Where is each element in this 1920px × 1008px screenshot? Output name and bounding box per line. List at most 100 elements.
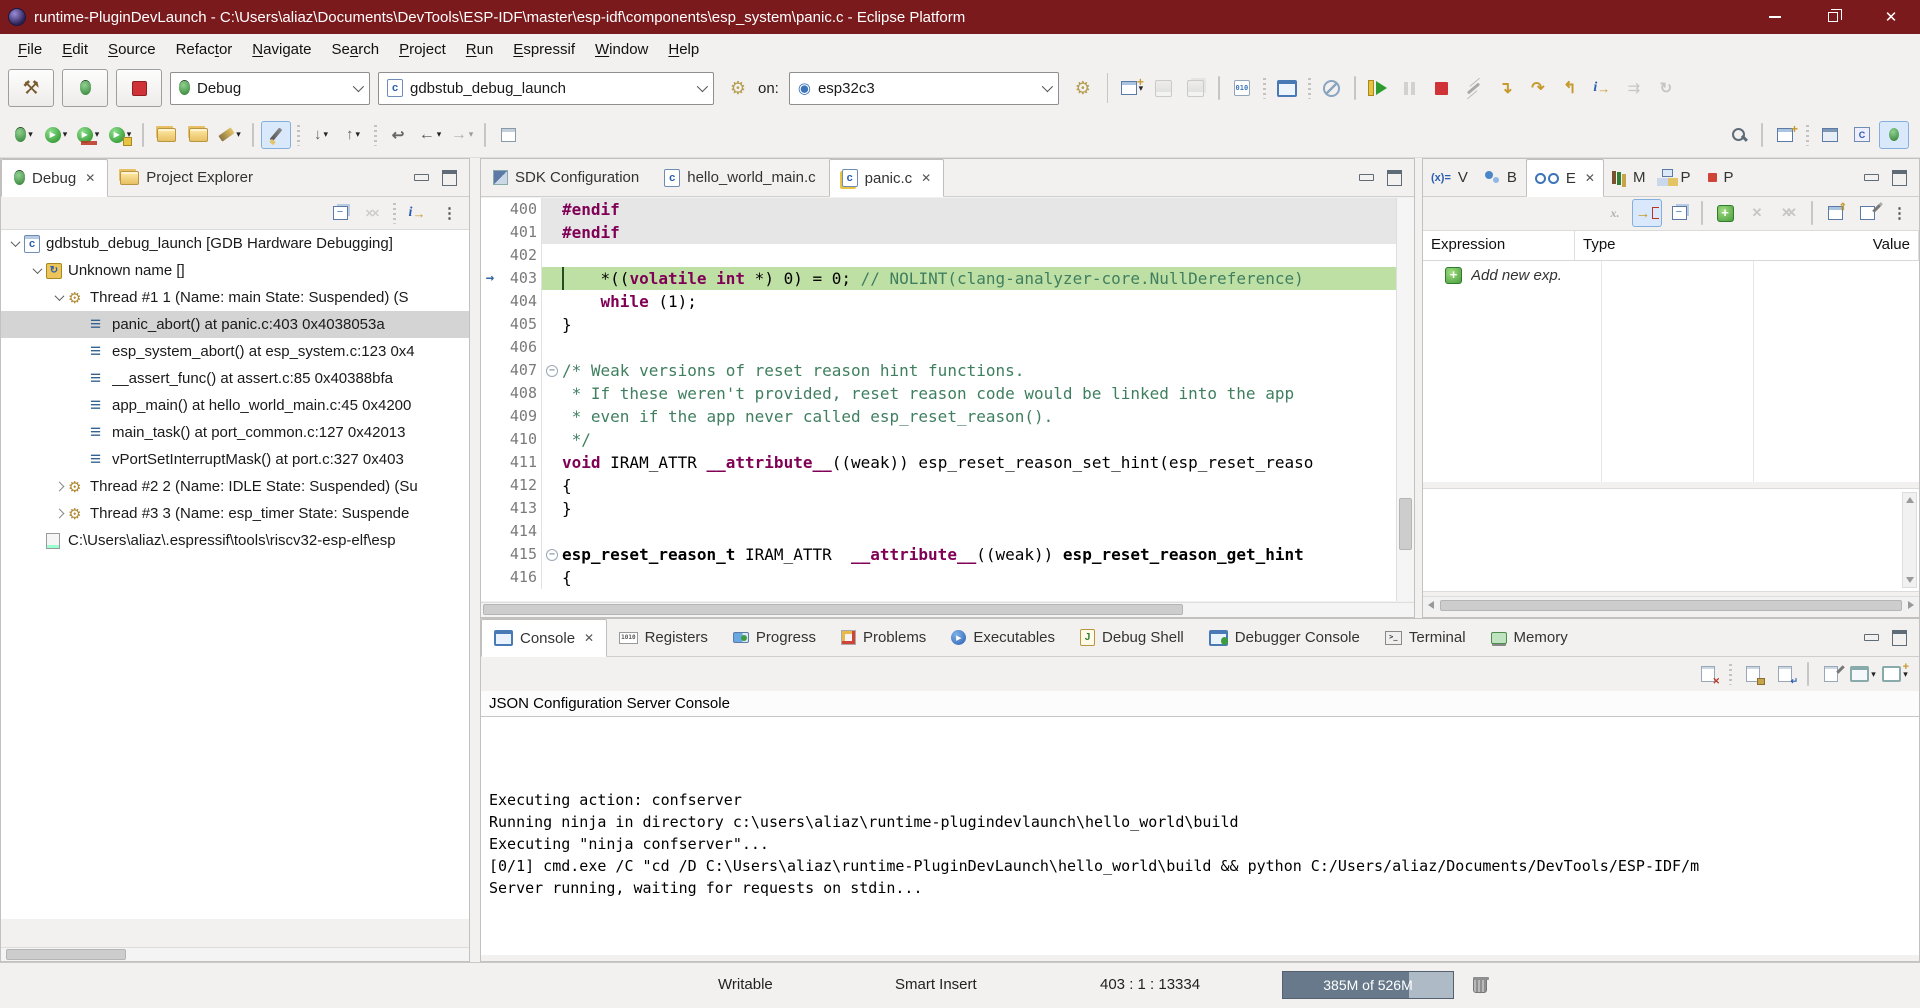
code-line[interactable]: 401 − #endif xyxy=(481,221,1396,244)
annotation-prev-icon[interactable]: ▾ xyxy=(338,121,368,149)
code-line[interactable]: 415 − esp_reset_reason_t IRAM_ATTR __att… xyxy=(481,543,1396,566)
add-expression-row[interactable]: Add new exp. xyxy=(1423,261,1919,289)
fold-margin[interactable]: − xyxy=(542,382,562,405)
column-header[interactable]: Expression xyxy=(1423,231,1575,260)
code-line[interactable]: 409 − * even if the app never called esp… xyxy=(481,405,1396,428)
code-line[interactable]: 406 − xyxy=(481,336,1396,359)
collapse-all-icon[interactable] xyxy=(325,199,355,227)
link-editor-icon[interactable]: ▾ xyxy=(493,121,523,149)
editor-hscrollbar[interactable] xyxy=(481,602,1414,617)
scroll-right-icon[interactable] xyxy=(1903,598,1919,613)
instruction-pointer-icon[interactable] xyxy=(481,359,499,382)
restore-button[interactable] xyxy=(1804,0,1862,34)
menu-item[interactable]: Project xyxy=(389,37,456,62)
column-header[interactable]: Type xyxy=(1575,231,1865,260)
instruction-pointer-icon[interactable] xyxy=(481,520,499,543)
resume-icon[interactable]: ▾ xyxy=(1363,74,1393,102)
instruction-pointer-icon[interactable]: → xyxy=(481,267,499,290)
toolbar-icon[interactable]: ▾ xyxy=(142,123,144,147)
view-tab[interactable]: Debug Shell✕ xyxy=(1068,619,1197,656)
add-expression-icon[interactable] xyxy=(1710,199,1740,227)
scrollbar-thumb[interactable] xyxy=(1440,600,1902,611)
expander-icon[interactable] xyxy=(29,262,46,279)
view-tab[interactable]: Registers✕ xyxy=(607,619,721,656)
view-tab[interactable]: V✕ xyxy=(1423,159,1477,196)
pin-view-icon[interactable] xyxy=(1852,199,1882,227)
tree-item[interactable]: app_main() at hello_world_main.c:45 0x42… xyxy=(1,392,469,419)
tree-item[interactable]: Thread #1 1 (Name: main State: Suspended… xyxy=(1,284,469,311)
toolbar-icon[interactable]: ▾ xyxy=(1806,124,1809,146)
view-tab[interactable]: Memory✕ xyxy=(1479,619,1581,656)
persp-c-icon[interactable]: ▾ xyxy=(1847,121,1877,149)
expander-icon[interactable] xyxy=(73,343,90,360)
instruction-pointer-icon[interactable] xyxy=(481,566,499,589)
code-line[interactable]: 400 − #endif xyxy=(481,198,1396,221)
view-tab[interactable]: Project Explorer✕ xyxy=(108,159,266,196)
detail-orientation-icon[interactable] xyxy=(1820,199,1850,227)
toolbar-icon[interactable]: ▾ xyxy=(374,124,377,146)
code-line[interactable]: 414 − xyxy=(481,520,1396,543)
target-combo[interactable]: esp32c3 xyxy=(789,72,1059,105)
show-types-icon[interactable] xyxy=(1600,199,1630,227)
code-line[interactable]: 405 − } xyxy=(481,313,1396,336)
tree-item[interactable]: __assert_func() at assert.c:85 0x40388bf… xyxy=(1,365,469,392)
step-into-icon[interactable]: ▾ xyxy=(1491,74,1521,102)
instruction-pointer-icon[interactable] xyxy=(481,543,499,566)
instruction-pointer-icon[interactable] xyxy=(481,405,499,428)
instruction-pointer-icon[interactable] xyxy=(481,313,499,336)
column-header[interactable]: Value xyxy=(1865,231,1919,260)
editor-tab[interactable]: hello_world_main.c✕ xyxy=(652,159,828,196)
last-edit-icon[interactable]: ▾ xyxy=(383,121,413,149)
scroll-lock-icon[interactable]: ▾ xyxy=(1738,660,1768,688)
persp-debug-icon[interactable]: ▾ xyxy=(1879,121,1909,149)
terminate-icon[interactable]: ▾ xyxy=(1427,74,1457,102)
expander-icon[interactable] xyxy=(51,289,68,306)
open-console-icon[interactable]: ▾ xyxy=(1880,660,1910,688)
minimize-icon[interactable] xyxy=(1353,164,1379,192)
tree-item[interactable]: Unknown name [] xyxy=(1,257,469,284)
save-icon[interactable]: ▾ xyxy=(1149,74,1179,102)
code-line[interactable]: 408 − * If these weren't provided, reset… xyxy=(481,382,1396,405)
step-over-icon[interactable]: ▾ xyxy=(1523,74,1553,102)
toolbar-icon[interactable]: ▾ xyxy=(484,123,486,147)
code-line[interactable]: 404 − while (1); xyxy=(481,290,1396,313)
toolbar-icon[interactable]: ▾ xyxy=(1263,77,1266,99)
scrollbar-thumb[interactable] xyxy=(1399,498,1412,550)
minimize-icon[interactable] xyxy=(1858,624,1884,652)
new-launch-icon[interactable]: ▾ xyxy=(1117,74,1147,102)
debug-tree-hscrollbar[interactable] xyxy=(1,947,469,961)
menu-item[interactable]: Search xyxy=(322,37,390,62)
editor-tab[interactable]: panic.c✕ xyxy=(829,159,945,197)
expressions-hscrollbar[interactable] xyxy=(1423,596,1919,613)
fold-margin[interactable]: − xyxy=(542,313,562,336)
fold-collapse-icon[interactable]: − xyxy=(546,365,558,377)
fold-margin[interactable]: − xyxy=(542,267,562,290)
close-tab-icon[interactable]: ✕ xyxy=(85,171,95,185)
run-green-icon[interactable]: ▾ xyxy=(41,121,71,149)
launch-config-gear-button[interactable] xyxy=(723,74,753,102)
tree-item[interactable]: gdbstub_debug_launch [GDB Hardware Debug… xyxy=(1,230,469,257)
menu-item[interactable]: Help xyxy=(658,37,709,62)
fold-margin[interactable]: − xyxy=(542,497,562,520)
minimize-icon[interactable] xyxy=(408,164,434,192)
view-tab[interactable]: Terminal✕ xyxy=(1373,619,1479,656)
fold-margin[interactable]: − xyxy=(542,198,562,221)
view-tab[interactable]: E✕ xyxy=(1526,159,1604,197)
restart-icon[interactable]: ▾ xyxy=(1651,74,1681,102)
instruction-pointer-icon[interactable] xyxy=(481,382,499,405)
code-line[interactable]: 412 − { xyxy=(481,474,1396,497)
detail-vscrollbar[interactable] xyxy=(1902,492,1917,588)
clear-console-icon[interactable]: ▾ xyxy=(1693,660,1723,688)
console-view-icon[interactable]: ▾ xyxy=(1272,74,1302,102)
scrollbar-thumb[interactable] xyxy=(6,949,126,960)
code-line[interactable]: 411 − void IRAM_ATTR __attribute__((weak… xyxy=(481,451,1396,474)
tree-item[interactable]: C:\Users\aliaz\.espressif\tools\riscv32-… xyxy=(1,527,469,554)
menu-item[interactable]: Espressif xyxy=(503,37,585,62)
instruction-pointer-icon[interactable] xyxy=(481,428,499,451)
view-toolbar-icon[interactable] xyxy=(1811,201,1813,225)
minimize-button[interactable] xyxy=(1746,0,1804,34)
fold-margin[interactable]: − xyxy=(542,405,562,428)
close-tab-icon[interactable]: ✕ xyxy=(584,631,594,645)
console-toolbar-icon[interactable]: ▾ xyxy=(1807,662,1809,686)
run-ext-icon[interactable]: ▾ xyxy=(105,121,135,149)
